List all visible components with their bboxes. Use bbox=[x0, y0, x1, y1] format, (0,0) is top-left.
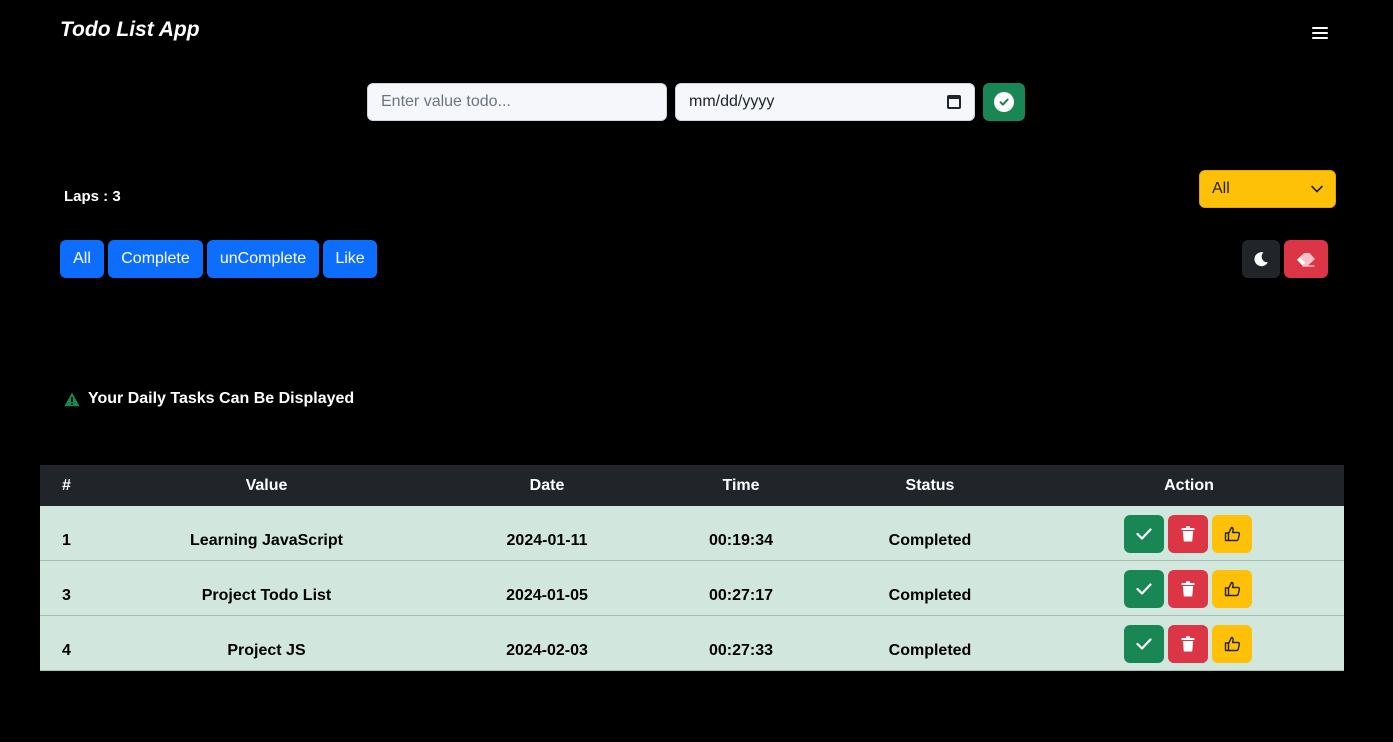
filter-select-value: All bbox=[1212, 180, 1230, 197]
row-time: 00:19:34 bbox=[708, 532, 774, 549]
thumbs-up-icon bbox=[1224, 581, 1240, 597]
row-actions bbox=[1124, 570, 1252, 608]
row-time: 00:27:17 bbox=[708, 587, 774, 604]
row-value: Project JS bbox=[227, 642, 306, 659]
thumbs-up-icon bbox=[1224, 636, 1240, 652]
trash-icon bbox=[1181, 581, 1195, 597]
check-icon bbox=[1136, 528, 1152, 540]
delete-button[interactable] bbox=[1168, 570, 1208, 608]
delete-button[interactable] bbox=[1168, 515, 1208, 553]
row-status: Completed bbox=[888, 532, 972, 549]
col-date-header: Date bbox=[529, 476, 565, 494]
table-row: 1 Learning JavaScript 2024-01-11 00:19:3… bbox=[40, 506, 1344, 561]
col-action-header: Action bbox=[1164, 476, 1214, 494]
laps-count: Laps : 3 bbox=[64, 188, 121, 205]
col-num-header: # bbox=[62, 476, 71, 494]
todo-input-placeholder: Enter value todo... bbox=[381, 93, 511, 110]
calendar-icon[interactable] bbox=[947, 95, 961, 109]
col-time-header: Time bbox=[722, 476, 760, 494]
like-button[interactable] bbox=[1212, 625, 1252, 663]
check-circle-icon bbox=[994, 92, 1014, 112]
thumbs-up-icon bbox=[1224, 526, 1240, 542]
tab-complete[interactable]: Complete bbox=[108, 240, 203, 278]
row-date: 2024-01-05 bbox=[506, 587, 588, 604]
app-brand[interactable]: Todo List App bbox=[60, 18, 200, 42]
clear-all-button[interactable] bbox=[1284, 240, 1328, 278]
date-input-placeholder: mm/dd/yyyy bbox=[689, 93, 775, 110]
delete-button[interactable] bbox=[1168, 625, 1208, 663]
complete-button[interactable] bbox=[1124, 515, 1164, 553]
warning-triangle-icon bbox=[64, 392, 80, 406]
trash-icon bbox=[1181, 636, 1195, 652]
complete-button[interactable] bbox=[1124, 570, 1164, 608]
alert-text: Your Daily Tasks Can Be Displayed bbox=[88, 390, 355, 407]
tab-all[interactable]: All bbox=[60, 240, 104, 278]
row-date: 2024-02-03 bbox=[506, 642, 588, 659]
row-actions bbox=[1124, 515, 1252, 553]
row-num: 1 bbox=[62, 532, 71, 549]
hamburger-icon[interactable] bbox=[1312, 27, 1328, 41]
row-value: Project Todo List bbox=[201, 587, 332, 604]
col-value-header: Value bbox=[245, 476, 288, 494]
todo-table: # Value Date Time Status Action 1 Learni… bbox=[40, 465, 1344, 671]
eraser-icon bbox=[1297, 253, 1315, 267]
dark-mode-button[interactable] bbox=[1242, 240, 1280, 278]
tab-like[interactable]: Like bbox=[323, 240, 377, 278]
chevron-down-icon bbox=[1311, 185, 1323, 193]
complete-button[interactable] bbox=[1124, 625, 1164, 663]
row-num: 4 bbox=[62, 642, 71, 659]
todo-input[interactable]: Enter value todo... bbox=[367, 83, 667, 121]
moon-icon bbox=[1254, 252, 1268, 267]
row-time: 00:27:33 bbox=[708, 642, 774, 659]
check-icon bbox=[1136, 638, 1152, 650]
table-row: 4 Project JS 2024-02-03 00:27:33 Complet… bbox=[40, 616, 1344, 671]
tab-uncomplete[interactable]: unComplete bbox=[207, 240, 319, 278]
row-actions bbox=[1124, 625, 1252, 663]
table-header: # Value Date Time Status Action bbox=[40, 465, 1344, 506]
row-date: 2024-01-11 bbox=[506, 532, 588, 549]
add-todo-button[interactable] bbox=[983, 83, 1025, 121]
col-status-header: Status bbox=[905, 476, 955, 494]
like-button[interactable] bbox=[1212, 570, 1252, 608]
like-button[interactable] bbox=[1212, 515, 1252, 553]
trash-icon bbox=[1181, 526, 1195, 542]
row-value: Learning JavaScript bbox=[190, 532, 343, 549]
check-icon bbox=[1136, 583, 1152, 595]
row-status: Completed bbox=[888, 642, 972, 659]
row-status: Completed bbox=[888, 587, 972, 604]
info-alert: Your Daily Tasks Can Be Displayed bbox=[64, 390, 354, 408]
date-input[interactable]: mm/dd/yyyy bbox=[675, 83, 975, 121]
table-row: 3 Project Todo List 2024-01-05 00:27:17 … bbox=[40, 561, 1344, 616]
filter-select[interactable]: All bbox=[1199, 170, 1336, 208]
row-num: 3 bbox=[62, 587, 71, 604]
